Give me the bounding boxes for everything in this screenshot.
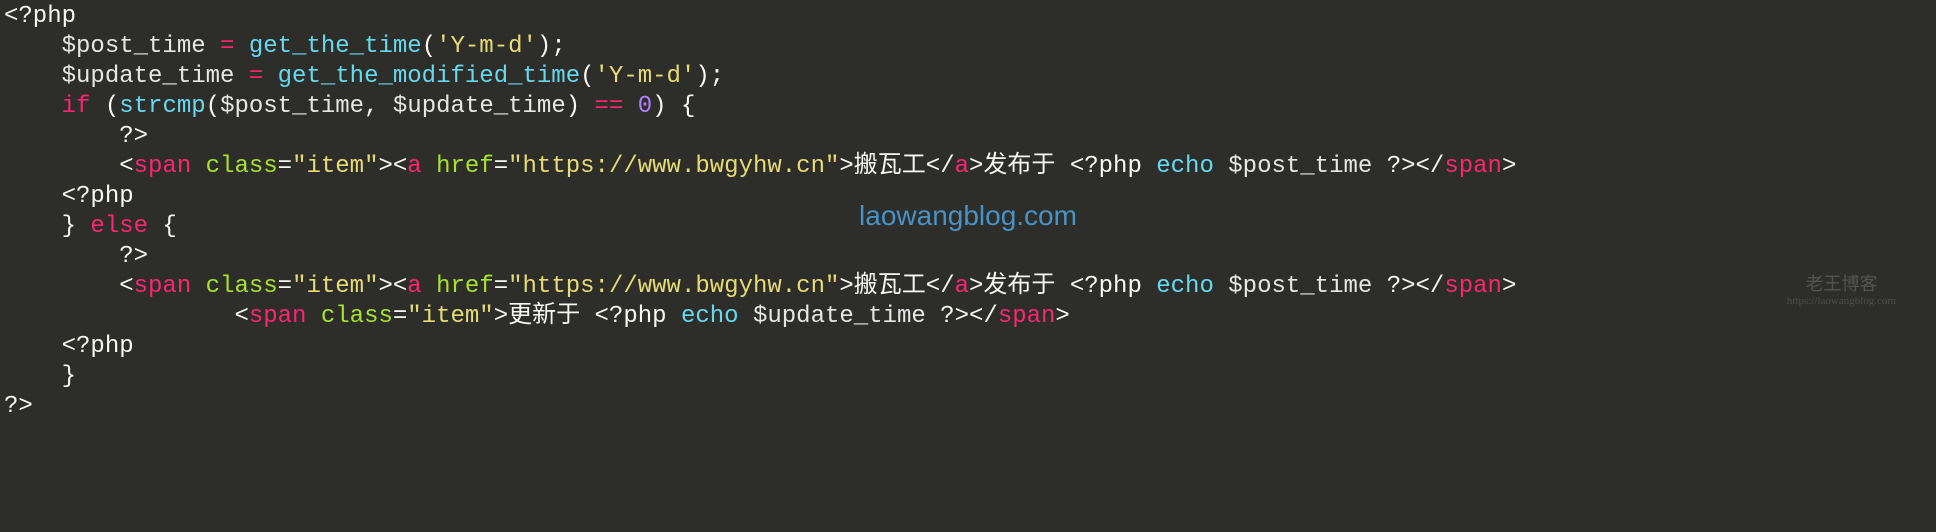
code-line: } else { xyxy=(4,213,177,240)
code-line: <?php xyxy=(4,3,76,30)
code-line: <?php xyxy=(4,333,134,360)
code-line: $update_time = get_the_modified_time('Y-… xyxy=(4,63,724,90)
code-line: <span class="item"><a href="https://www.… xyxy=(4,273,1516,300)
code-line: ?> xyxy=(4,243,148,270)
code-line: if (strcmp($post_time, $update_time) == … xyxy=(4,93,695,120)
code-line: ?> xyxy=(4,123,148,150)
code-block: <?php $post_time = get_the_time('Y-m-d')… xyxy=(0,0,1936,424)
code-line: <span class="item">更新于 <?php echo $updat… xyxy=(4,303,1070,330)
code-line: <?php xyxy=(4,183,134,210)
code-line: $post_time = get_the_time('Y-m-d'); xyxy=(4,33,566,60)
code-line: <span class="item"><a href="https://www.… xyxy=(4,153,1516,180)
code-line: ?> xyxy=(4,393,33,420)
code-line: } xyxy=(4,363,76,390)
